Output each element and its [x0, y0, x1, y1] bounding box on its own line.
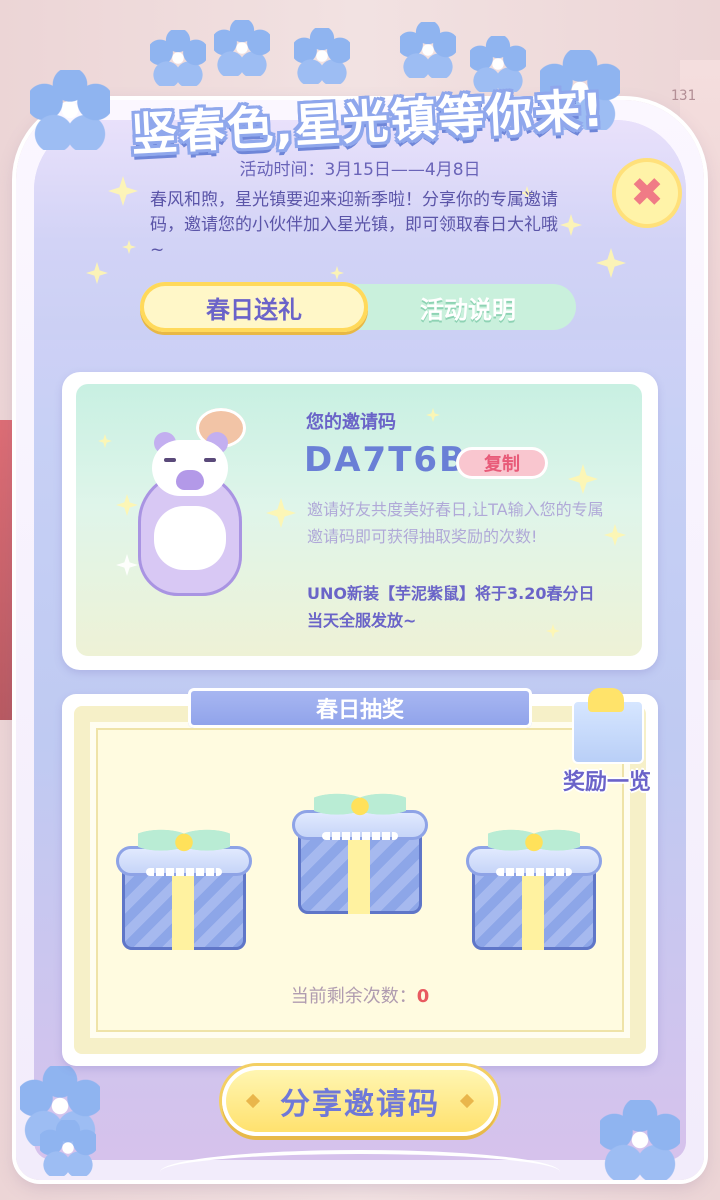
reward-list-button[interactable]: 奖励一览 — [552, 688, 662, 800]
mascot-eye — [204, 458, 216, 462]
gift-box-3[interactable] — [462, 816, 606, 960]
flower-icon — [214, 20, 270, 76]
mascot-belly — [154, 506, 226, 570]
diamond-icon — [245, 1093, 261, 1109]
remaining-draws: 当前剩余次数：0 — [0, 982, 720, 1008]
uno-outfit-note: UNO新装【芋泥紫鼠】将于3.20春分日当天全服发放~ — [307, 584, 595, 630]
gift-box-1[interactable] — [112, 816, 256, 960]
remaining-draws-value: 0 — [416, 986, 430, 1007]
flower-icon — [294, 28, 350, 84]
close-icon: ✖ — [630, 170, 664, 216]
tab-spring-gift[interactable]: 春日送礼 — [140, 282, 368, 332]
reward-list-label: 奖励一览 — [562, 770, 651, 795]
close-button[interactable]: ✖ — [616, 162, 678, 224]
gift-bow-icon — [314, 780, 406, 824]
lottery-title: 春日抽奖 — [188, 688, 532, 728]
gift-bow-icon — [138, 816, 230, 860]
gift-bow-icon — [588, 688, 624, 712]
sparkle-icon — [568, 464, 598, 494]
gift-bow-icon — [488, 816, 580, 860]
event-time: 活动时间：3月15日——4月8日 — [239, 160, 481, 180]
share-invite-code-button[interactable]: 分享邀请码 — [222, 1066, 498, 1136]
gift-pearls — [496, 868, 572, 876]
tab-bar: 活动说明 春日送礼 — [140, 282, 576, 332]
gift-box-2[interactable] — [288, 780, 432, 924]
mascot-mouth — [176, 470, 204, 490]
mascot-character — [124, 432, 256, 604]
share-button-label: 分享邀请码 — [280, 1087, 440, 1122]
gift-pearls — [146, 868, 222, 876]
copy-button[interactable]: 复制 — [456, 447, 548, 479]
remaining-draws-label: 当前剩余次数： — [290, 986, 417, 1007]
flower-icon — [600, 1100, 680, 1180]
sparkle-icon — [426, 408, 440, 422]
invite-description: 邀请好友共度美好春日,让TA输入您的专属邀请码即可获得抽取奖励的次数! — [307, 500, 604, 546]
mascot-eye — [164, 458, 176, 462]
event-intro: 春风和煦，星光镇要迎来迎新季啦！分享你的专属邀请码，邀请您的小伙伴加入星光镇，即… — [150, 190, 558, 260]
flower-icon — [40, 1120, 96, 1176]
gift-pearls — [322, 832, 398, 840]
sparkle-icon — [266, 498, 296, 528]
flower-icon — [30, 70, 110, 150]
background-counter: 131 — [670, 88, 696, 104]
bottom-frame-arch — [160, 1150, 560, 1194]
diamond-icon — [459, 1093, 475, 1109]
invite-code: DA7T6B — [304, 440, 467, 480]
invite-code-label: 您的邀请码 — [306, 412, 396, 433]
sparkle-icon — [98, 434, 112, 448]
flower-icon — [400, 22, 456, 78]
flower-icon — [150, 30, 206, 86]
